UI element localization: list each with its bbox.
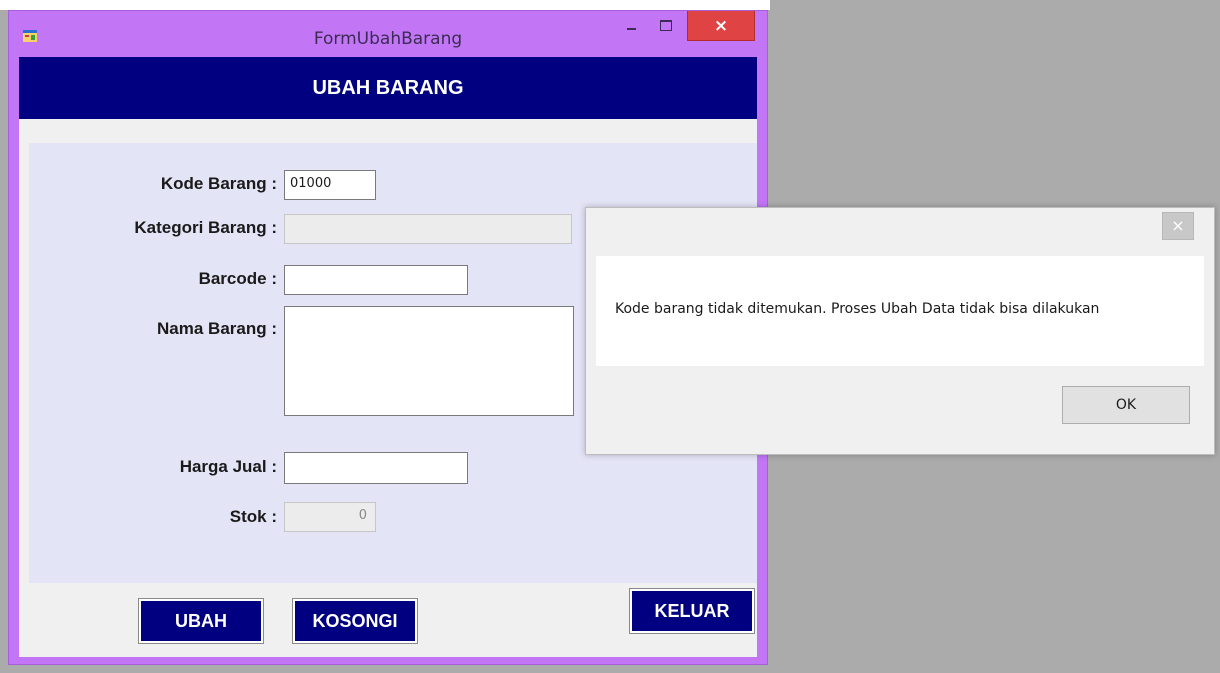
kode-barang-value: 01000 [290,176,332,191]
title-bar[interactable]: FormUbahBarang × [9,11,767,57]
message-text: Kode barang tidak ditemukan. Proses Ubah… [615,301,1100,317]
kode-barang-input[interactable]: 01000 [284,170,376,200]
kode-barang-label: Kode Barang : [160,174,277,193]
stok-label: Stok : [229,507,277,526]
kosongi-button[interactable]: KOSONGI [292,598,418,644]
header-band: UBAH BARANG [19,57,757,119]
harga-jual-label: Harga Jual : [179,457,277,476]
stok-input[interactable]: 0 [284,502,376,532]
close-button[interactable]: × [687,11,755,41]
kategori-barang-label: Kategori Barang : [134,218,277,237]
stok-value: 0 [358,508,367,523]
background-window-strip [0,0,770,10]
ubah-button-label: UBAH [175,611,227,631]
close-icon: × [713,16,729,36]
maximize-icon [660,20,672,31]
form-heading: UBAH BARANG [312,77,464,99]
close-icon: × [1171,216,1185,235]
minimize-icon [627,28,636,30]
kosongi-button-label: KOSONGI [312,611,398,631]
barcode-label: Barcode : [198,269,277,288]
barcode-input[interactable] [284,265,468,295]
ok-button-label: OK [1115,397,1137,413]
kategori-barang-input[interactable] [284,214,572,244]
message-box-body: Kode barang tidak ditemukan. Proses Ubah… [596,256,1204,366]
minimize-button[interactable] [615,11,649,41]
keluar-button[interactable]: KELUAR [629,588,755,634]
ubah-button[interactable]: UBAH [138,598,264,644]
ok-button[interactable]: OK [1062,386,1190,424]
message-box-close-button[interactable]: × [1162,212,1194,240]
keluar-button-label: KELUAR [654,601,730,621]
harga-jual-input[interactable] [284,452,468,484]
desktop: FormUbahBarang × UBAH BARANG Kode Barang… [0,0,1220,673]
maximize-button[interactable] [649,11,683,41]
nama-barang-label: Nama Barang : [157,319,277,338]
message-box-footer: OK [596,366,1204,444]
nama-barang-textarea[interactable] [284,306,574,416]
message-box-dialog: × Kode barang tidak ditemukan. Proses Ub… [585,207,1215,455]
